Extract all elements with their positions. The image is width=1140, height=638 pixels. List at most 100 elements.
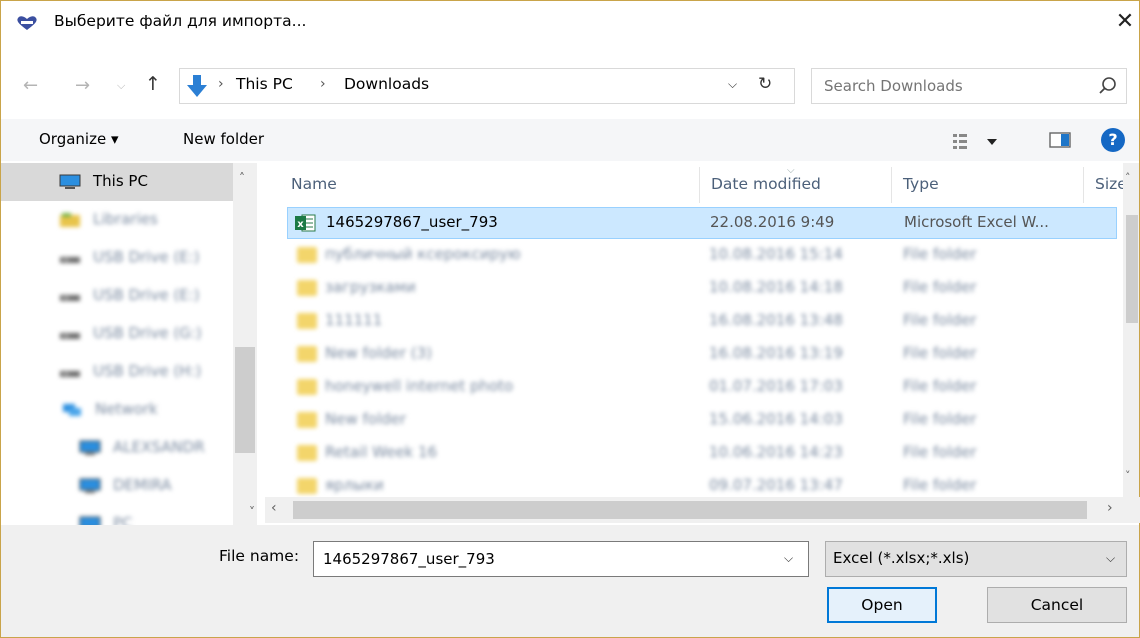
downloads-arrow-icon xyxy=(187,75,207,97)
sidebar-item[interactable]: DEMIRA xyxy=(1,467,233,505)
recent-locations-button[interactable]: ⌵ xyxy=(117,79,125,93)
column-header-type[interactable]: Type xyxy=(903,175,939,193)
sidebar-item-label: USB Drive (H:) xyxy=(93,362,202,380)
usb-drive-icon xyxy=(59,326,81,342)
usb-drive-icon xyxy=(59,364,81,380)
svg-text:x: x xyxy=(297,219,304,230)
breadcrumb-downloads[interactable]: Downloads xyxy=(344,75,429,93)
breadcrumb-this-pc[interactable]: This PC xyxy=(236,75,293,93)
file-list-vertical-scrollbar[interactable]: ˄ ˅ xyxy=(1123,163,1139,497)
open-button[interactable]: Open xyxy=(827,587,937,623)
folder-icon xyxy=(297,412,317,428)
sidebar-item-label: DEMIRA xyxy=(113,476,172,494)
folder-icon xyxy=(297,379,317,395)
sidebar-item-label: Network xyxy=(95,400,158,418)
command-toolbar: Organize ▾ New folder ? xyxy=(1,119,1139,161)
file-name-cell: Retail Week 16 xyxy=(325,443,438,461)
usb-drive-icon xyxy=(59,288,81,304)
file-type-cell: Microsoft Excel W... xyxy=(904,213,1049,231)
up-folder-button[interactable]: ↑ xyxy=(145,73,161,95)
file-list-horizontal-scrollbar[interactable]: ‹ › xyxy=(265,497,1140,523)
file-row[interactable]: New folder (3) 16.08.2016 13:19 File folde… xyxy=(287,339,1117,371)
file-type-cell: File folder xyxy=(903,245,977,263)
scrollbar-thumb[interactable] xyxy=(1126,215,1138,323)
column-header-name[interactable]: Name xyxy=(291,175,337,193)
scroll-down-button[interactable]: ˅ xyxy=(249,505,255,519)
file-name-cell: загрузками xyxy=(325,278,416,296)
address-bar[interactable]: › This PC › Downloads ⌵ ↻ xyxy=(179,68,795,104)
computer-icon xyxy=(59,174,81,190)
sidebar-item[interactable]: Libraries xyxy=(1,201,233,239)
change-view-icon[interactable] xyxy=(951,131,1011,151)
scroll-left-button[interactable]: ‹ xyxy=(271,500,277,516)
refresh-button[interactable]: ↻ xyxy=(758,74,772,94)
preview-pane-icon[interactable] xyxy=(1049,132,1071,148)
sidebar-item-label: Libraries xyxy=(93,210,158,228)
libraries-icon xyxy=(59,212,81,228)
address-dropdown-button[interactable]: ⌵ xyxy=(728,77,737,92)
file-row[interactable]: New folder 15.06.2016 14:03 File folder xyxy=(287,405,1117,437)
computer-icon xyxy=(79,516,101,525)
sidebar-item[interactable]: USB Drive (E:) xyxy=(1,239,233,277)
file-name-dropdown-button[interactable]: ⌵ xyxy=(784,551,793,566)
folder-icon xyxy=(297,313,317,329)
file-row[interactable]: Retail Week 16 10.06.2016 14:23 File folde… xyxy=(287,438,1117,470)
date-modified-cell: 22.08.2016 9:49 xyxy=(710,213,835,231)
column-divider[interactable] xyxy=(891,167,892,203)
scrollbar-thumb[interactable] xyxy=(235,347,255,453)
scroll-up-button[interactable]: ˄ xyxy=(239,171,245,185)
sidebar-item-label: PC xyxy=(113,514,133,525)
file-row[interactable]: 111111 16.08.2016 13:48 File folder xyxy=(287,306,1117,338)
scroll-down-button[interactable]: ˅ xyxy=(1125,469,1131,482)
scroll-up-button[interactable]: ˄ xyxy=(1125,171,1131,184)
file-name-cell: 1465297867_user_793 xyxy=(326,213,498,231)
file-name-input[interactable] xyxy=(321,548,761,570)
sidebar-item-label: ALEXSANDR xyxy=(113,438,205,456)
help-icon[interactable]: ? xyxy=(1101,128,1125,152)
file-type-cell: File folder xyxy=(903,443,977,461)
column-divider[interactable] xyxy=(699,167,700,203)
file-type-value: Excel (*.xlsx;*.xls) xyxy=(833,549,970,567)
file-type-cell: File folder xyxy=(903,344,977,362)
sidebar-item[interactable]: USB Drive (H:) xyxy=(1,353,233,391)
breadcrumb-separator[interactable]: › xyxy=(218,76,224,92)
file-row[interactable]: x 1465297867_user_793 22.08.2016 9:49 Micro… xyxy=(287,207,1117,239)
navigation-pane-scrollbar[interactable]: ˄ xyxy=(233,163,257,525)
scrollbar-thumb[interactable] xyxy=(293,501,1087,519)
folder-icon xyxy=(297,247,317,263)
cancel-button[interactable]: Cancel xyxy=(987,587,1127,623)
file-type-dropdown-button[interactable]: ⌵ xyxy=(1106,551,1115,566)
breadcrumb-separator[interactable]: › xyxy=(320,76,326,92)
title-bar[interactable]: Выберите файл для импорта... ✕ xyxy=(1,1,1139,45)
organize-menu-button[interactable]: Organize ▾ xyxy=(39,130,119,148)
sidebar-item[interactable]: This PC xyxy=(1,163,233,201)
sidebar-item[interactable]: PC xyxy=(1,505,233,525)
navigation-pane[interactable]: This PC Libraries USB Drive (E:) USB Drive … xyxy=(1,163,263,525)
date-modified-cell: 10.08.2016 14:18 xyxy=(709,278,843,296)
search-icon[interactable] xyxy=(1098,76,1118,96)
sidebar-item-label: USB Drive (E:) xyxy=(93,248,200,266)
sidebar-item[interactable]: USB Drive (G:) xyxy=(1,315,233,353)
file-list[interactable]: Name ⌵ Date modified Type Size x 14652978… xyxy=(265,163,1139,525)
file-row[interactable]: honeywell internet photo 01.07.2016 17:03… xyxy=(287,372,1117,404)
file-row[interactable]: публичный ксероксирую 10.08.2016 15:14 Fil… xyxy=(287,240,1117,272)
scroll-right-button[interactable]: › xyxy=(1107,500,1113,516)
sidebar-item[interactable]: USB Drive (E:) xyxy=(1,277,233,315)
forward-button[interactable]: → xyxy=(75,75,90,96)
file-type-select[interactable]: Excel (*.xlsx;*.xls) ⌵ xyxy=(825,541,1127,577)
search-box[interactable] xyxy=(811,68,1127,104)
column-header-date-modified[interactable]: Date modified xyxy=(711,175,821,193)
sidebar-item[interactable]: Network xyxy=(1,391,233,429)
back-button[interactable]: ← xyxy=(23,75,38,96)
sidebar-item[interactable]: ALEXSANDR xyxy=(1,429,233,467)
column-divider[interactable] xyxy=(1083,167,1084,203)
excel-file-icon: x xyxy=(294,213,316,233)
file-name-combobox[interactable]: ⌵ xyxy=(313,541,809,577)
file-type-cell: File folder xyxy=(903,476,977,494)
search-input[interactable] xyxy=(822,75,1082,97)
date-modified-cell: 09.07.2016 13:47 xyxy=(709,476,843,494)
sidebar-item-label: USB Drive (E:) xyxy=(93,286,200,304)
new-folder-button[interactable]: New folder xyxy=(183,130,264,148)
file-row[interactable]: загрузками 10.08.2016 14:18 File folder xyxy=(287,273,1117,305)
close-button[interactable]: ✕ xyxy=(1113,9,1137,35)
